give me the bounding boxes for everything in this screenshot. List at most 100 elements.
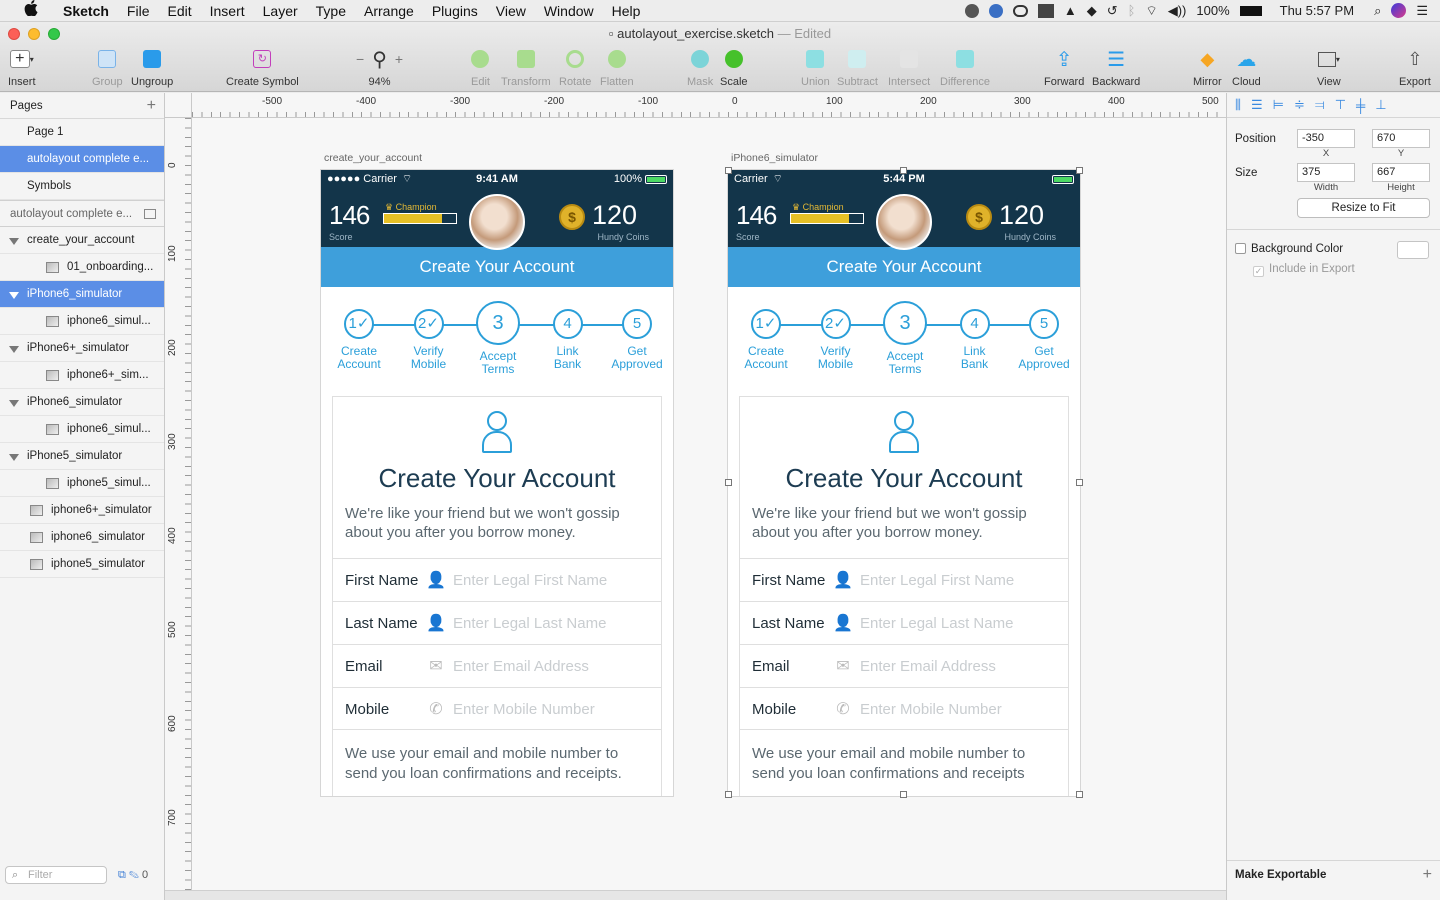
artboard-iphone6-simulator[interactable]: Carrier ⌔ 5:44 PM 146 Score ♛ Champion $120 Hun… (728, 170, 1080, 796)
align-bottom-icon[interactable]: ⊥ (1375, 97, 1386, 113)
subtract-button[interactable]: Subtract (837, 48, 878, 88)
insert-button[interactable]: + ▾ Insert (8, 48, 36, 88)
resize-handle[interactable] (1076, 791, 1083, 798)
artboard-layer[interactable]: iphone5_simulator (0, 551, 164, 578)
layer-group[interactable]: iPhone5_simulator (0, 443, 164, 470)
menu-window[interactable]: Window (535, 0, 603, 22)
siri-icon[interactable] (1391, 3, 1407, 18)
step-item[interactable]: 4 Link Bank (532, 287, 604, 371)
resize-to-fit-button[interactable]: Resize to Fit (1297, 198, 1430, 218)
battery-percent[interactable]: 100% (1196, 3, 1229, 18)
menu-arrange[interactable]: Arrange (355, 0, 423, 22)
make-exportable-row[interactable]: Make Exportable + (1227, 860, 1440, 888)
transform-button[interactable]: Transform (501, 48, 551, 88)
difference-button[interactable]: Difference (940, 48, 990, 88)
field-placeholder[interactable]: Enter Legal First Name (453, 572, 607, 589)
step-item[interactable]: 3 Accept Terms (869, 287, 941, 376)
align-left-icon[interactable]: ⊨ (1273, 97, 1284, 113)
menu-sketch[interactable]: Sketch (54, 0, 118, 22)
artboard-create-your-account[interactable]: ●●●●● Carrier ⌔ 9:41 AM 100% 146 Score ♛ Champ… (321, 170, 673, 796)
scale-button[interactable]: Scale (720, 48, 748, 88)
intersect-button[interactable]: Intersect (888, 48, 930, 88)
width-field[interactable]: 375 (1297, 163, 1355, 182)
layer-group[interactable]: iPhone6+_simulator (0, 335, 164, 362)
background-color-checkbox[interactable] (1235, 243, 1246, 254)
layer-item[interactable]: iphone6+_sim... (0, 362, 164, 389)
artboard-layer[interactable]: iphone6_simulator (0, 524, 164, 551)
vertical-ruler[interactable]: 0 100 200 300 400 500 600 700 (165, 118, 192, 890)
resize-handle[interactable] (900, 167, 907, 174)
zoom-in-button[interactable]: + (395, 51, 403, 67)
create-symbol-button[interactable]: ↻ Create Symbol (226, 48, 299, 88)
layer-group[interactable]: iPhone6_simulator (0, 389, 164, 416)
align-center-icon[interactable]: ≑ (1294, 97, 1305, 113)
layer-item[interactable]: iphone6_simul... (0, 308, 164, 335)
ungroup-button[interactable]: Ungroup (131, 48, 173, 88)
page-item[interactable]: Symbols (0, 173, 164, 200)
creative-cloud-icon[interactable] (1012, 4, 1028, 17)
step-item[interactable]: 1✓ Create Account (323, 287, 395, 371)
step-item[interactable]: 5 Get Approved (601, 287, 673, 371)
zoom-level[interactable]: 94% (369, 76, 391, 88)
form-field[interactable]: Mobile ✆ Enter Mobile Number (740, 687, 1068, 730)
form-field[interactable]: Email ✉ Enter Email Address (740, 644, 1068, 687)
height-field[interactable]: 667 (1372, 163, 1430, 182)
layer-item[interactable]: iphone6_simul... (0, 416, 164, 443)
export-button[interactable]: ⇧ Export (1399, 48, 1431, 89)
align-middle-icon[interactable]: ╪ (1356, 98, 1365, 113)
align-top-icon[interactable]: ⊤ (1335, 97, 1346, 113)
view-button[interactable]: ▾ View (1317, 48, 1341, 88)
field-placeholder[interactable]: Enter Email Address (453, 658, 589, 675)
form-field[interactable]: Last Name 👤 Enter Legal Last Name (740, 601, 1068, 644)
step-item[interactable]: 5 Get Approved (1008, 287, 1080, 371)
battery-icon[interactable] (1239, 5, 1262, 16)
disclosure-triangle-icon[interactable] (9, 346, 19, 353)
form-field[interactable]: Mobile ✆ Enter Mobile Number (333, 687, 661, 730)
apple-menu-icon[interactable] (22, 0, 40, 21)
resize-handle[interactable] (725, 167, 732, 174)
field-placeholder[interactable]: Enter Legal Last Name (453, 615, 606, 632)
evernote-icon[interactable]: ◆ (1087, 3, 1097, 19)
step-item[interactable]: 1✓ Create Account (730, 287, 802, 371)
menu-type[interactable]: Type (307, 0, 355, 22)
menu-help[interactable]: Help (603, 0, 650, 22)
distribute-horizontal-icon[interactable]: ⫼ (1235, 97, 1241, 113)
resize-handle[interactable] (1076, 479, 1083, 486)
disclosure-triangle-icon[interactable] (9, 238, 19, 245)
filter-input[interactable]: ⌕ Filter (5, 866, 107, 884)
symbol-filter-icon[interactable]: ⧉ (118, 869, 126, 881)
edit-button[interactable]: Edit (471, 48, 490, 88)
rotate-button[interactable]: Rotate (559, 48, 591, 88)
artboard-layer[interactable]: iphone6+_simulator (0, 497, 164, 524)
union-button[interactable]: Union (801, 48, 830, 88)
resize-handle[interactable] (1076, 167, 1083, 174)
notification-center-icon[interactable]: ☰ (1416, 3, 1428, 19)
add-export-icon[interactable]: + (1423, 861, 1432, 889)
page-item-selected[interactable]: autolayout complete e... (0, 146, 164, 173)
x-field[interactable]: -350 (1297, 129, 1355, 148)
background-color-swatch[interactable] (1397, 241, 1429, 259)
y-field[interactable]: 670 (1372, 129, 1430, 148)
menubar-clock[interactable]: Thu 5:57 PM (1280, 3, 1354, 18)
pencil-icon[interactable]: ✎ (129, 869, 139, 881)
cloud-button[interactable]: ☁ Cloud (1232, 48, 1261, 89)
form-field[interactable]: Email ✉ Enter Email Address (333, 644, 661, 687)
time-machine-icon[interactable]: ↺ (1107, 3, 1118, 19)
field-placeholder[interactable]: Enter Legal First Name (860, 572, 1014, 589)
layer-item[interactable]: iphone5_simul... (0, 470, 164, 497)
menu-layer[interactable]: Layer (254, 0, 307, 22)
page-item[interactable]: Page 1 (0, 119, 164, 146)
status-icon-c[interactable] (1037, 3, 1054, 18)
backward-button[interactable]: ☰ Backward (1092, 48, 1140, 89)
field-placeholder[interactable]: Enter Mobile Number (860, 701, 1002, 718)
field-placeholder[interactable]: Enter Email Address (860, 658, 996, 675)
canvas[interactable]: create_your_account iPhone6_simulator ●●… (192, 118, 1226, 890)
group-button[interactable]: Group (92, 48, 123, 88)
add-page-icon[interactable]: + (147, 93, 156, 119)
layer-group[interactable]: create_your_account (0, 227, 164, 254)
edited-status[interactable]: — Edited (778, 26, 831, 41)
form-field[interactable]: First Name 👤 Enter Legal First Name (333, 558, 661, 601)
step-item[interactable]: 2✓ Verify Mobile (393, 287, 465, 371)
bluetooth-icon[interactable]: ᛒ (1128, 3, 1136, 18)
layer-group[interactable]: iPhone6_simulator (0, 281, 164, 308)
